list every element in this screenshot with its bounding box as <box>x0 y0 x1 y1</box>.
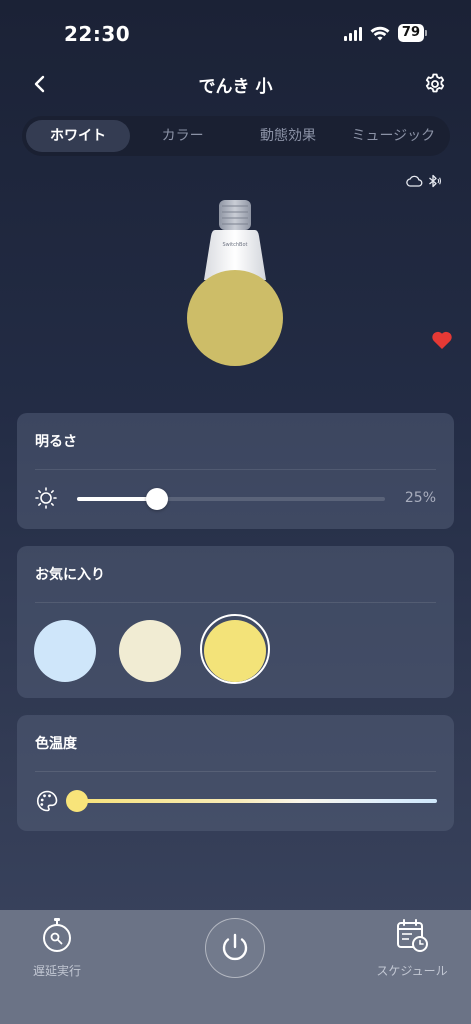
page-title: でんき 小 <box>198 77 273 97</box>
timer-icon <box>43 918 71 952</box>
color-temperature-slider-thumb[interactable] <box>66 790 88 812</box>
brightness-card: 明るさ 25% <box>17 413 454 529</box>
divider <box>35 771 436 772</box>
bluetooth-icon <box>429 174 441 188</box>
connection-status <box>406 174 441 188</box>
cloud-icon <box>406 175 423 187</box>
brightness-slider[interactable] <box>77 488 385 510</box>
battery-icon: 79 <box>397 24 427 42</box>
mode-tabs: ホワイト カラー 動態効果 ミュージック <box>22 116 450 156</box>
settings-button[interactable] <box>423 72 447 96</box>
cellular-signal-icon <box>343 25 362 41</box>
color-temperature-title: 色温度 <box>35 736 77 752</box>
bulb-brand-label: SwitchBot <box>223 242 248 248</box>
power-button[interactable] <box>205 918 265 978</box>
power-icon <box>222 933 248 961</box>
brightness-value: 25% <box>404 490 436 506</box>
tab-white[interactable]: ホワイト <box>26 120 130 152</box>
favorite-preset-2[interactable] <box>119 620 181 682</box>
battery-level: 79 <box>397 24 424 42</box>
sun-icon <box>35 487 57 509</box>
gear-icon <box>425 73 445 93</box>
status-bar: 22:30 79 <box>0 0 471 70</box>
favorite-preset-1[interactable] <box>34 620 96 682</box>
divider <box>35 469 436 470</box>
favorites-title: お気に入り <box>35 567 105 583</box>
heart-icon <box>432 331 452 349</box>
calendar-clock-icon <box>397 919 428 952</box>
bulb-illustration: SwitchBot <box>187 200 283 366</box>
tab-music[interactable]: ミュージック <box>341 120 446 152</box>
status-time: 22:30 <box>64 22 131 46</box>
divider <box>35 602 436 603</box>
delay-button[interactable]: 遅延実行 <box>12 916 102 979</box>
favorite-preset-3[interactable] <box>204 620 266 682</box>
bulb-glow <box>187 270 283 366</box>
status-icons: 79 <box>343 24 427 42</box>
schedule-label: スケジュール <box>376 964 448 978</box>
color-temperature-card: 色温度 <box>17 715 454 831</box>
color-temperature-slider[interactable] <box>66 790 437 812</box>
palette-icon <box>36 790 58 812</box>
brightness-slider-thumb[interactable] <box>146 488 169 510</box>
favorites-card: お気に入り <box>17 546 454 698</box>
brightness-slider-fill <box>77 497 158 501</box>
nav-bar: でんき 小 <box>0 64 471 104</box>
tab-effects[interactable]: 動態効果 <box>235 120 340 152</box>
schedule-button[interactable]: スケジュール <box>367 916 457 979</box>
delay-label: 遅延実行 <box>32 964 81 978</box>
tab-color[interactable]: カラー <box>130 120 235 152</box>
bottom-bar: 遅延実行 スケジュール <box>0 910 471 1024</box>
favorite-heart-button[interactable] <box>431 330 453 350</box>
wifi-icon <box>370 26 390 40</box>
brightness-title: 明るさ <box>35 434 77 450</box>
